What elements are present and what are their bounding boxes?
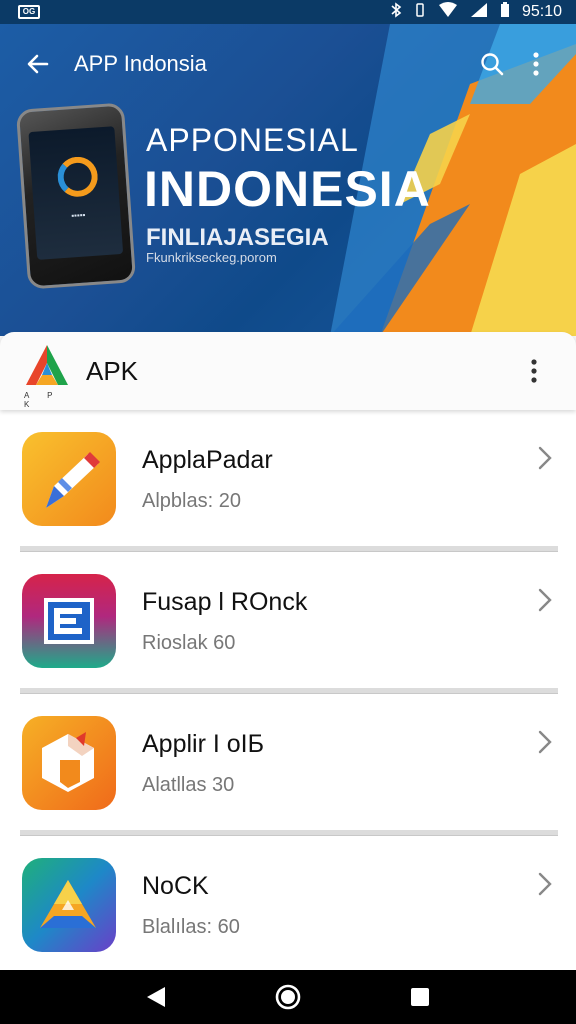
apk-logo-icon: A P K (22, 341, 72, 409)
app-name: Applir I oIБ (142, 730, 265, 758)
chevron-right-icon (538, 588, 552, 612)
system-nav-bar (0, 970, 576, 1024)
phone-screen: ▪▪▪▪▪ (28, 126, 124, 260)
chevron-right-icon (538, 730, 552, 754)
more-vert-icon (531, 359, 537, 383)
screen-cast-icon: OG (18, 5, 40, 19)
card-overflow-button[interactable] (514, 351, 554, 391)
app-subtitle: Alpblas: 20 (142, 490, 241, 512)
search-icon (481, 53, 504, 76)
nav-recents-icon (411, 988, 429, 1006)
nav-home-button[interactable] (266, 975, 310, 1019)
phone-ring-graphic (56, 155, 100, 199)
letter-e-app-icon (22, 574, 116, 668)
app-name: ApplaPadar (142, 446, 273, 474)
overflow-menu-button[interactable] (514, 42, 558, 86)
hero-url: Fkunkrikseckeg.porom (146, 250, 277, 265)
phone-illustration: ▪▪▪▪▪ (15, 102, 137, 290)
app-list: ApplaPadar Alpblas: 20 Fusap l ROnck Rio… (0, 410, 576, 970)
chevron-right-icon (538, 446, 552, 470)
nav-back-icon (147, 987, 165, 1007)
app-name: Fusap l ROnck (142, 588, 308, 616)
more-vert-icon (533, 52, 539, 76)
nav-back-button[interactable] (134, 975, 178, 1019)
list-item[interactable]: ApplaPadar Alpblas: 20 (0, 410, 576, 552)
list-item[interactable]: Fusap l ROnck Rioslak 60 (0, 552, 576, 694)
signal-icon (470, 2, 488, 22)
nav-home-icon (275, 984, 301, 1010)
hero-title-small: APPONESIAL (146, 122, 359, 158)
list-item[interactable]: Applir I oIБ Alatllas 30 (0, 694, 576, 836)
status-time: 95:10 (521, 3, 562, 20)
app-subtitle: Blalılas: 60 (142, 916, 240, 938)
vibrate-icon (414, 2, 426, 22)
nav-recents-button[interactable] (398, 975, 442, 1019)
card-title: APK (86, 355, 139, 386)
apk-logo-letters: A P K (24, 391, 61, 409)
back-arrow-icon (27, 54, 49, 74)
chevron-right-icon (538, 872, 552, 896)
app-subtitle: Rioslak 60 (142, 632, 236, 654)
apk-card-header: A P K APK (0, 332, 576, 410)
wifi-icon (438, 2, 458, 22)
app-subtitle: Alatllas 30 (142, 774, 235, 796)
back-button[interactable] (18, 44, 58, 84)
app-bar: APP Indonsia (0, 24, 576, 104)
bluetooth-icon (390, 2, 402, 22)
hero-title-big: INDONESIA (144, 161, 431, 217)
hero-subtitle: FINLIAJASEGIA (146, 224, 329, 251)
pencil-app-icon (22, 432, 116, 526)
status-bar: OG 95:10 (0, 0, 576, 24)
battery-icon (500, 2, 510, 22)
app-title: APP Indonsia (74, 51, 207, 76)
app-name: NoCK (142, 872, 209, 900)
list-item[interactable]: NoCK Blalılas: 60 (0, 836, 576, 978)
triangle-app-icon (22, 858, 116, 952)
hero-banner: APP Indonsia ▪▪▪▪▪ APPONESIAL INDONESIA … (0, 24, 576, 336)
search-button[interactable] (470, 42, 514, 86)
hexagon-app-icon (22, 716, 116, 810)
phone-screen-text: ▪▪▪▪▪ (70, 210, 86, 221)
